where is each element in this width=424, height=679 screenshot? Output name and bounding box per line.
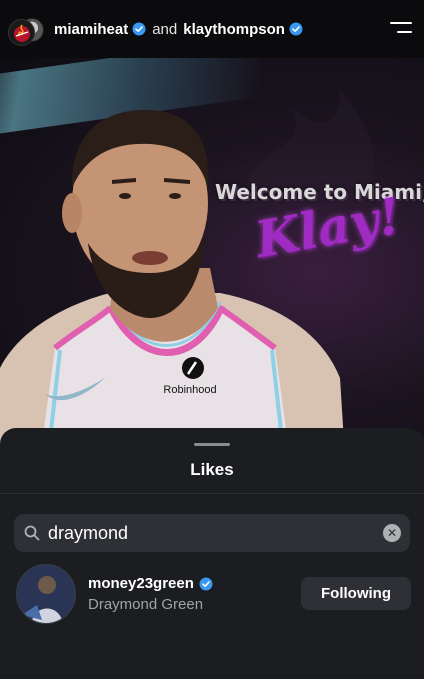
user-info: money23green Draymond Green [88,575,213,613]
sheet-grabber-handle[interactable] [194,443,230,446]
likes-sheet: Likes ✕ money23green [0,428,424,679]
account-name-miamiheat[interactable]: miamiheat [54,21,128,38]
username-line: money23green [88,575,213,592]
sheet-title: Likes [190,460,234,479]
and-separator: and [152,20,178,38]
clear-search-icon[interactable]: ✕ [383,524,401,542]
divider [0,493,424,494]
search-icon [24,525,40,541]
post-image[interactable]: Robinhood Welcome to Miami, Klay! [0,58,424,448]
klay-thompson-photo: Robinhood [0,109,345,448]
search-bar[interactable]: ✕ [14,514,410,552]
jersey-sponsor-text: Robinhood [163,384,216,396]
collab-avatars[interactable] [6,8,48,50]
post-header: miamiheat and klaythompson [0,0,424,58]
instagram-screen: miamiheat and klaythompson Robinhood Wel… [0,0,424,679]
collab-title: miamiheat and klaythompson [54,21,303,38]
verified-badge-icon [132,22,146,36]
full-name: Draymond Green [88,596,204,613]
search-input[interactable] [48,515,383,551]
following-button[interactable]: Following [301,577,411,610]
username[interactable]: money23green [88,575,194,592]
account-name-klaythompson[interactable]: klaythompson [183,21,285,38]
verified-badge-icon [199,577,213,590]
avatar[interactable] [16,564,76,624]
menu-icon[interactable] [390,20,412,36]
verified-badge-icon [289,22,303,36]
heat-logo-icon [13,24,30,42]
user-photo [17,565,75,623]
list-item[interactable]: money23green Draymond Green Following [0,563,424,625]
heat-logo-avatar [8,19,35,46]
